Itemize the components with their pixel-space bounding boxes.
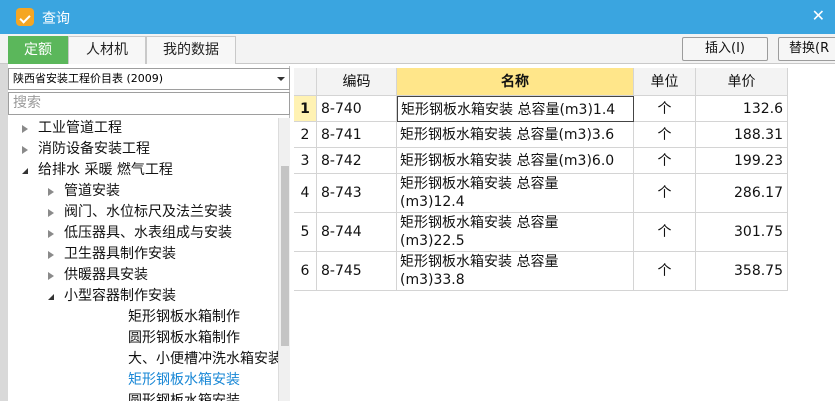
code-cell[interactable]: 8-744 [317,213,397,252]
collapsed-arrow-icon[interactable] [48,272,54,280]
tree-item-label: 给排水 采暖 燃气工程 [38,162,173,178]
collapsed-arrow-icon[interactable] [22,146,28,154]
window-title: 查询 [42,11,70,27]
tree-item-label: 消防设备安装工程 [38,141,150,157]
tree-scrollbar[interactable] [278,118,290,401]
collapsed-arrow-icon[interactable] [48,230,54,238]
catalog-panel: 陕西省安装工程价目表 (2009) 搜索 工业管道工程消防设备安装工程给排水 采… [8,66,290,401]
tree-item-label: 卫生器具制作安装 [64,246,176,262]
price-cell[interactable]: 286.17 [696,174,788,213]
price-cell[interactable]: 188.31 [696,122,788,148]
tree-item-label: 工业管道工程 [38,120,122,136]
app-icon [16,8,34,26]
column-header[interactable]: 单位 [634,68,696,96]
expanded-arrow-icon[interactable] [48,294,54,300]
row-number[interactable]: 3 [294,148,317,174]
name-line: 矩形钢板水箱安装 总容量(m3)3.6 [400,127,615,143]
title-bar: 查询 ✕ [0,0,835,34]
name-line: (m3)22.5 [400,233,465,249]
name-line: 矩形钢板水箱安装 总容量 [400,176,559,192]
row-number[interactable]: 4 [294,174,317,213]
tree-item-label: 矩形钢板水箱制作 [128,309,240,325]
row-number[interactable]: 1 [294,96,317,122]
collapsed-arrow-icon[interactable] [22,125,28,133]
name-cell[interactable]: 矩形钢板水箱安装 总容量(m3)1.4 [397,96,634,122]
close-icon[interactable]: ✕ [812,6,825,25]
code-cell[interactable]: 8-740 [317,96,397,122]
unit-cell[interactable]: 个 [634,96,696,122]
code-cell[interactable]: 8-745 [317,252,397,291]
name-cell[interactable]: 矩形钢板水箱安装 总容量(m3)6.0 [397,148,634,174]
name-cell[interactable]: 矩形钢板水箱安装 总容量 (m3)33.8 [397,252,634,291]
unit-cell[interactable]: 个 [634,252,696,291]
name-cell[interactable]: 矩形钢板水箱安装 总容量(m3)3.6 [397,122,634,148]
tree-item-label: 阀门、水位标尺及法兰安装 [64,204,232,220]
column-header[interactable]: 编码 [317,68,397,96]
expanded-arrow-icon[interactable] [22,168,28,174]
price-cell[interactable]: 358.75 [696,252,788,291]
row-number[interactable]: 2 [294,122,317,148]
tab-bar: 定额 人材机 我的数据 插入(I) 替换(R [0,34,835,64]
header-corner[interactable] [294,68,317,96]
tree-item-label: 供暖器具安装 [64,267,148,283]
name-line: (m3)12.4 [400,194,465,210]
tab-my-data[interactable]: 我的数据 [146,36,236,64]
replace-button[interactable]: 替换(R [778,37,835,61]
tree-item-label: 小型容器制作安装 [64,288,176,304]
unit-cell[interactable]: 个 [634,174,696,213]
collapsed-arrow-icon[interactable] [48,251,54,259]
unit-cell[interactable]: 个 [634,122,696,148]
catalog-tree: 工业管道工程消防设备安装工程给排水 采暖 燃气工程管道安装阀门、水位标尺及法兰安… [8,118,278,401]
tree-item-label: 管道安装 [64,183,120,199]
query-window: 查询 ✕ 定额 人材机 我的数据 插入(I) 替换(R 陕西省安装工程价目表 (… [0,0,835,401]
name-line: 矩形钢板水箱安装 总容量 [400,254,559,270]
tree-item-label: 圆形钢板水箱制作 [128,330,240,346]
name-cell[interactable]: 矩形钢板水箱安装 总容量 (m3)22.5 [397,213,634,252]
collapsed-arrow-icon[interactable] [48,209,54,217]
code-cell[interactable]: 8-742 [317,148,397,174]
code-cell[interactable]: 8-743 [317,174,397,213]
row-number[interactable]: 5 [294,213,317,252]
unit-cell[interactable]: 个 [634,213,696,252]
row-number[interactable]: 6 [294,252,317,291]
name-cell[interactable]: 矩形钢板水箱安装 总容量 (m3)12.4 [397,174,634,213]
code-cell[interactable]: 8-741 [317,122,397,148]
price-cell[interactable]: 301.75 [696,213,788,252]
column-header[interactable]: 单价 [696,68,788,96]
tree-item-label: 低压器具、水表组成与安装 [64,225,232,241]
insert-button[interactable]: 插入(I) [682,37,768,61]
name-line: (m3)33.8 [400,272,465,288]
collapsed-arrow-icon[interactable] [48,188,54,196]
unit-cell[interactable]: 个 [634,148,696,174]
name-line: 矩形钢板水箱安装 总容量(m3)6.0 [400,153,615,169]
tree-item-label: 大、小便槽冲洗水箱安装 [128,351,278,367]
catalog-select-value: 陕西省安装工程价目表 (2009) [13,72,164,85]
tree-item-label: 矩形钢板水箱安装 [128,372,240,388]
tab-labor-material-machine[interactable]: 人材机 [68,36,146,64]
tree-item-label: 圆形钢板水箱安装 [128,393,240,401]
catalog-select[interactable]: 陕西省安装工程价目表 (2009) [8,68,290,90]
search-input[interactable]: 搜索 [8,92,290,115]
tab-quota[interactable]: 定额 [8,36,68,64]
price-cell[interactable]: 199.23 [696,148,788,174]
name-line: 矩形钢板水箱安装 总容量(m3)1.4 [401,102,616,118]
scrollbar-thumb[interactable] [281,166,289,346]
price-cell[interactable]: 132.6 [696,96,788,122]
name-line: 矩形钢板水箱安装 总容量 [400,215,559,231]
column-header[interactable]: 名称 [397,68,634,96]
chevron-down-icon [277,77,285,81]
